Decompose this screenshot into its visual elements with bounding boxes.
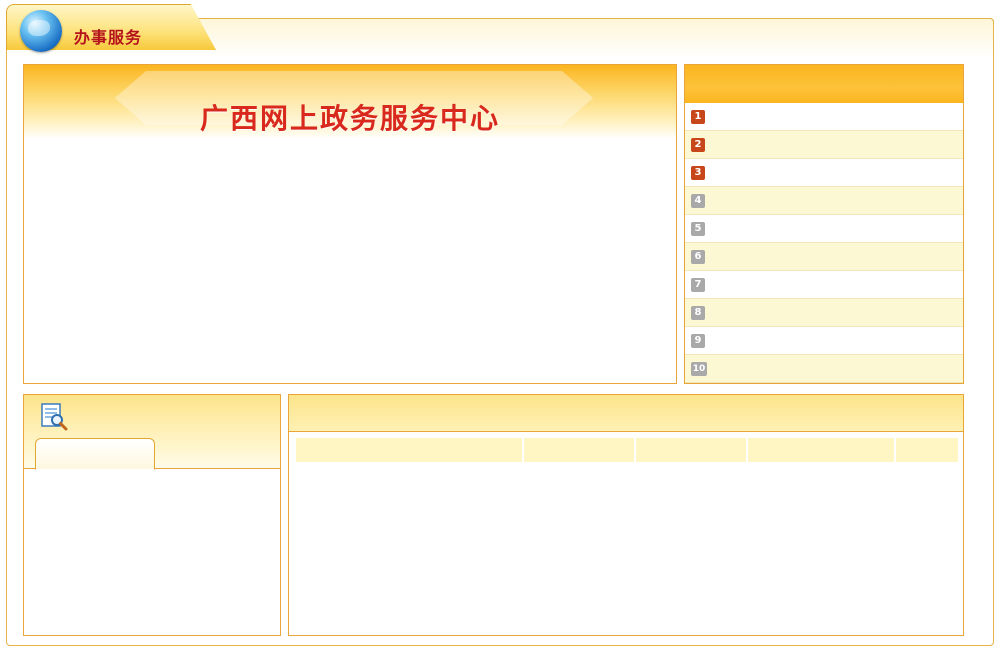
ranking-item[interactable]: 4: [685, 187, 963, 215]
results-header: [289, 395, 963, 432]
banner-panel: 广西网上政务服务中心: [23, 64, 677, 384]
table-header-cell: [296, 438, 522, 462]
ranking-header: [685, 65, 963, 103]
rank-number-badge: 1: [691, 109, 705, 124]
globe-icon: [20, 10, 62, 52]
rank-number-badge: 5: [691, 221, 705, 236]
ranking-item[interactable]: 7: [685, 271, 963, 299]
rank-number-badge: 9: [691, 333, 705, 348]
table-header-cell: [636, 438, 746, 462]
rank-number-badge: 2: [691, 137, 705, 152]
ranking-item[interactable]: 8: [685, 299, 963, 327]
ranking-item[interactable]: 9: [685, 327, 963, 355]
rank-number-badge: 8: [691, 305, 705, 320]
table-header-cell: [896, 438, 958, 462]
search-panel: [23, 394, 281, 636]
page-title: 办事服务: [74, 28, 143, 47]
rank-number-badge: 10: [691, 361, 707, 376]
results-table-header: [296, 438, 958, 462]
rank-number-badge: 6: [691, 249, 705, 264]
ranking-panel: 1 2 3 4 5 6 7 8 9 10: [684, 64, 964, 384]
rank-number-badge: 7: [691, 277, 705, 292]
search-panel-header: [24, 395, 280, 470]
rank-number-badge: 4: [691, 193, 705, 208]
ranking-item[interactable]: 3: [685, 159, 963, 187]
ranking-item[interactable]: 2: [685, 131, 963, 159]
ranking-item[interactable]: 10: [685, 355, 963, 383]
banner-title: 广西网上政务服务中心: [199, 102, 500, 135]
rank-number-badge: 3: [691, 165, 705, 180]
search-tab[interactable]: [35, 438, 155, 470]
results-panel: [288, 394, 964, 636]
ranking-item[interactable]: 5: [685, 215, 963, 243]
table-header-cell: [748, 438, 894, 462]
ranking-item[interactable]: 6: [685, 243, 963, 271]
ranking-item[interactable]: 1: [685, 103, 963, 131]
search-document-icon: [41, 403, 68, 431]
table-header-cell: [524, 438, 634, 462]
